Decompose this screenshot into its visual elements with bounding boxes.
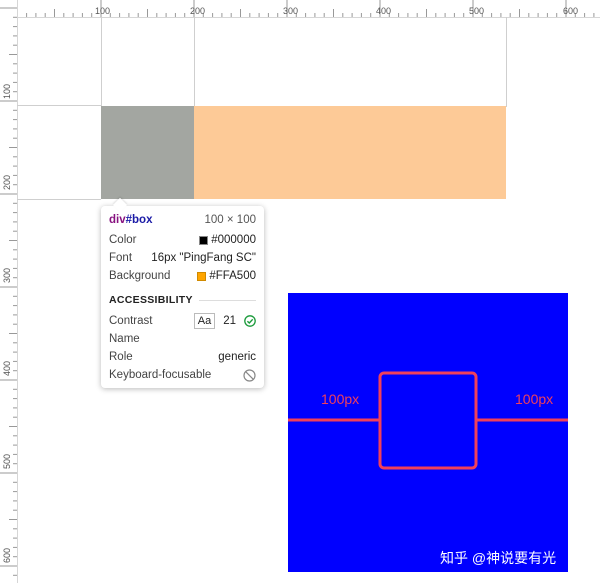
font-label: Font [109,252,133,264]
left-ruler-label: 400 [2,360,12,376]
left-ruler: 100 200 300 400 500 600 [0,0,18,583]
contrast-badge: Aa [193,313,216,329]
guide-line [17,105,101,106]
role-label: Role [109,351,133,363]
left-ruler-label: 600 [2,547,12,563]
inspect-tooltip: div#box 100 × 100 Color #000000 Font 16p… [101,206,264,388]
keyboard-row: Keyboard-focusable [109,367,256,383]
contrast-value: 21 [223,315,236,327]
element-dimensions: 100 × 100 [204,214,256,226]
name-label: Name [109,333,140,345]
watermark: 知乎 @神说要有光 [440,550,557,566]
top-ruler: 100 200 300 400 500 600 [0,0,600,18]
check-circle-icon [244,315,256,327]
color-row: Color #000000 [109,232,256,248]
guide-line [194,17,195,107]
highlighted-box-content[interactable] [101,106,194,199]
guide-line [506,17,507,107]
highlighted-box-margin[interactable] [194,106,506,199]
guide-line [17,199,101,200]
divider [198,299,256,301]
diagram-box [378,371,478,470]
tooltip-header: div#box 100 × 100 [109,212,256,228]
accessibility-section: ACCESSIBILITY [109,294,256,306]
background-row: Background #FFA500 [109,268,256,284]
guide-line [101,17,102,107]
background-value: #FFA500 [209,270,256,282]
left-ruler-label: 300 [2,267,12,283]
top-ruler-ticks [7,0,595,17]
box-margin-diagram: 100px 100px 知乎 @神说要有光 [288,293,568,572]
font-row: Font 16px "PingFang SC" [109,250,256,266]
right-margin-label: 100px [515,391,554,407]
color-label: Color [109,234,137,246]
font-value: 16px "PingFang SC" [151,252,256,264]
not-allowed-icon [243,368,256,382]
top-ruler-label: 400 [376,6,392,16]
left-ruler-label: 100 [2,83,12,99]
role-row: Role generic [109,349,256,365]
left-ruler-label: 500 [2,453,12,469]
top-ruler-label: 200 [190,6,206,16]
contrast-row: Contrast Aa 21 [109,313,256,329]
top-ruler-label: 600 [563,6,579,16]
background-label: Background [109,270,171,282]
background-swatch-icon [197,271,207,281]
selector-tag: div [109,214,126,226]
role-value: generic [218,351,256,363]
color-value: #000000 [211,234,256,246]
left-ruler-label: 200 [2,174,12,190]
top-ruler-label: 500 [469,6,485,16]
accessibility-heading: ACCESSIBILITY [109,294,193,306]
element-selector: div#box [109,212,152,228]
top-ruler-label: 300 [283,6,299,16]
left-margin-label: 100px [321,391,360,407]
selector-id: #box [125,214,153,226]
name-row: Name [109,331,256,347]
color-swatch-icon [199,235,209,245]
keyboard-focusable-label: Keyboard-focusable [109,369,212,381]
diagram-drawing [288,371,568,470]
top-ruler-label: 100 [95,6,111,16]
contrast-label: Contrast [109,315,153,327]
